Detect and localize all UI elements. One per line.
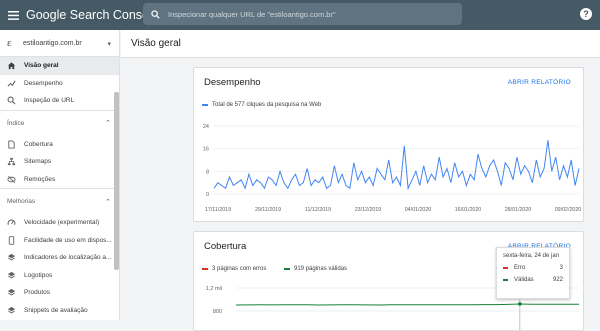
property-selector[interactable]: ɛ estiloantigo.com.br ▾ [0,30,119,57]
sidebar-item-coverage[interactable]: Cobertura [0,136,119,154]
trend-icon [7,79,16,88]
section-index-label: Índice [7,119,25,127]
legend-swatch-valid [284,268,290,270]
speed-icon [7,218,16,227]
sidebar-item-mobile-usability[interactable]: Facilidade de uso em dispos... [0,232,119,250]
layers-icon [7,253,16,262]
performance-legend-label: Total de 577 cliques da pesquisa na Web [212,102,322,108]
sidebar-item-overview[interactable]: Visão geral [0,57,119,75]
x-tick-label: 29/11/2019 [255,207,281,213]
sidebar-item-products[interactable]: Produtos [0,284,119,302]
sidebar-item-label: Sitemaps [24,158,52,166]
performance-chart: 24 16 8 0 17/11/2019 29/11/2019 11/12/2019 23/1… [203,124,582,213]
tooltip-swatch-error [503,267,508,269]
help-icon[interactable]: ? [580,8,592,20]
sidebar-item-label: Produtos [24,289,51,297]
tooltip-error-label: Erro [514,265,526,271]
sidebar-item-removals[interactable]: Remoções [0,171,119,189]
sitemap-icon [7,157,16,166]
y-tick-label: 8 [206,169,209,175]
sidebar-item-label: Facilidade de uso em dispos... [24,236,112,244]
property-name: estiloantigo.com.br [23,39,82,47]
x-tick-label: 16/01/2020 [455,207,482,213]
document-icon [7,140,16,149]
top-app-bar: Google Search Console ? [0,0,600,30]
sidebar-item-review-snippets[interactable]: Snippets de avaliação [0,302,119,320]
x-tick-label: 11/12/2019 [305,207,331,213]
sidebar-item-label: Cobertura [24,140,53,148]
sidebar-item-label: Snippets de avaliação [24,306,88,314]
layers-icon [7,271,16,280]
y-tick-label: 800 [213,309,222,315]
legend-swatch-error [202,268,208,270]
coverage-legend-errors-label: 3 páginas com erros [212,266,267,272]
sidebar-item-label: Velocidade (experimental) [24,219,100,227]
performance-card: Desempenho ABRIR RELATÓRIO Total de 577 … [193,67,584,222]
app-title-google: Google [26,8,67,22]
performance-open-report-link[interactable]: ABRIR RELATÓRIO [508,79,571,86]
property-favicon-icon: ɛ [7,37,12,49]
search-icon [7,96,16,105]
sidebar-scrollbar[interactable] [114,92,119,270]
sidebar-item-sitemaps[interactable]: Sitemaps [0,153,119,171]
search-input[interactable] [168,9,448,19]
chevron-up-icon: ⌃ [105,198,111,206]
series-line-valid [235,303,579,306]
section-improvements[interactable]: Melhorias ⌃ [0,188,119,214]
section-index[interactable]: Índice ⌃ [0,109,119,136]
page-title: Visão geral [131,38,181,49]
sidebar-item-label: Indicadores de localização a... [24,254,112,262]
sidebar-item-label: Logotipos [24,271,53,279]
y-tick-label: 1,2 mil [206,286,222,292]
tooltip-valid-label: Válidas [514,277,534,283]
x-tick-label: 04/01/2020 [405,207,432,213]
coverage-legend-errors: 3 páginas com erros [202,266,266,272]
series-line-clicks [213,140,580,191]
coverage-legend-valid: 919 páginas válidas [284,266,347,272]
layers-icon [7,306,16,315]
x-tick-label: 23/12/2019 [355,207,382,213]
url-inspection-search[interactable] [143,3,462,25]
sidebar-item-performance[interactable]: Desempenho [0,75,119,93]
menu-icon[interactable] [0,0,26,30]
y-tick-label: 24 [203,124,209,130]
dropdown-caret-icon: ▾ [107,41,111,48]
x-tick-label: 28/01/2020 [505,207,532,213]
coverage-tooltip: sexta-feira, 24 de jan Erro 3 Válidas 92… [496,247,570,299]
sidebar: ɛ estiloantigo.com.br ▾ Visão geral Dese… [0,30,120,320]
y-tick-label: 0 [206,192,209,198]
tooltip-error-value: 3 [559,265,563,271]
performance-title: Desempenho [204,77,261,88]
main-header: Visão geral [121,30,600,58]
x-tick-label: 09/02/2020 [555,207,582,213]
sidebar-item-speed[interactable]: Velocidade (experimental) [0,214,119,232]
coverage-legend-valid-label: 919 páginas válidas [294,266,348,272]
sidebar-item-label: Visão geral [24,62,59,70]
sidebar-item-label: Inspeção de URL [24,97,75,105]
sidebar-item-url-inspection[interactable]: Inspeção de URL [0,92,119,110]
performance-legend: Total de 577 cliques da pesquisa na Web [202,102,321,108]
chevron-up-icon: ⌃ [105,120,111,127]
legend-swatch [202,104,208,106]
tooltip-valid-value: 922 [552,277,563,283]
visibility-off-icon [7,175,16,184]
section-improvements-label: Melhorias [7,198,36,205]
hover-point-valid [518,302,522,306]
sidebar-item-label: Remoções [24,175,56,183]
tooltip-swatch-valid [503,279,508,281]
coverage-title: Cobertura [204,241,247,252]
sidebar-item-logos[interactable]: Logotipos [0,267,119,285]
tooltip-row-error: Erro 3 [503,265,563,271]
x-tick-label: 17/11/2019 [205,207,231,213]
search-icon [151,9,160,19]
home-icon [7,61,16,70]
sidebar-item-label: Desempenho [24,79,63,87]
sidebar-item-breadcrumbs[interactable]: Indicadores de localização a... [0,249,119,267]
tooltip-row-valid: Válidas 922 [503,277,563,283]
y-tick-label: 16 [203,147,209,153]
tooltip-date: sexta-feira, 24 de jan [503,253,560,259]
app-title[interactable]: Google Search Console [26,8,159,22]
phone-icon [7,236,16,245]
layers-icon [7,288,16,297]
